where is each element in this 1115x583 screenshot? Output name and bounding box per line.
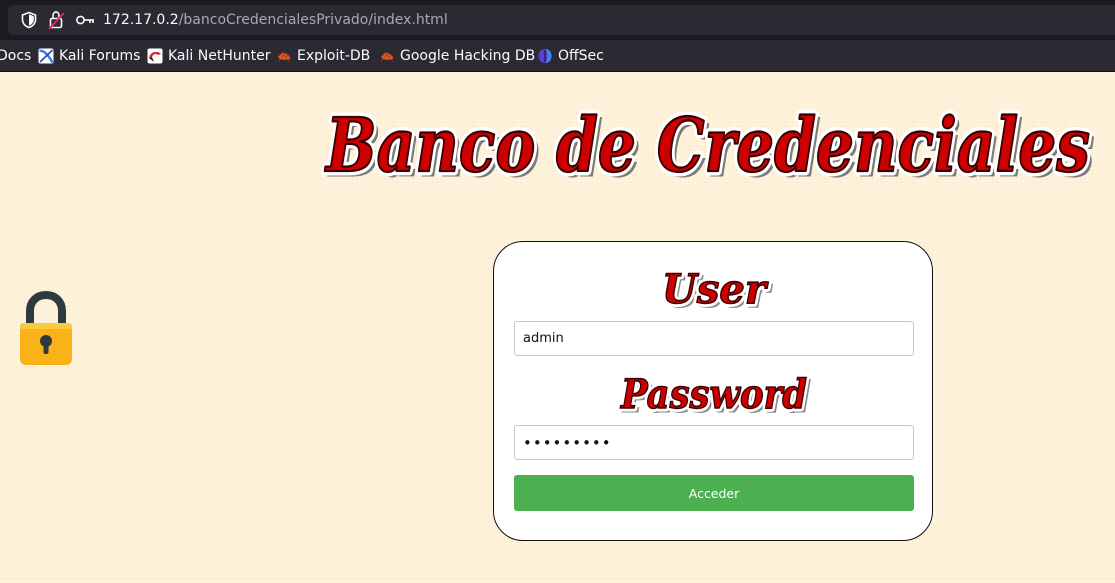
bookmark-label: Kali NetHunter [168, 48, 271, 64]
kali-forums-icon [38, 48, 54, 64]
url-path: /bancoCredencialesPrivado/index.html [178, 12, 448, 28]
password-input[interactable] [514, 425, 914, 460]
svg-text:Banco de Credenciales: Banco de Credenciales [324, 103, 1090, 189]
user-label: User User User [659, 263, 774, 318]
url-text[interactable]: 172.17.0.2/bancoCredencialesPrivado/inde… [103, 11, 448, 29]
svg-text:User: User [662, 266, 769, 313]
insecure-lock-icon[interactable] [48, 10, 66, 30]
acceder-button[interactable]: Acceder [514, 475, 914, 511]
padlock-icon [20, 291, 72, 365]
bookmark-label: Google Hacking DB [400, 48, 536, 64]
bookmark-label: OffSec [558, 48, 604, 64]
page-title: Banco de Credenciales Banco de Credencia… [320, 99, 1096, 195]
bookmarks-toolbar: Docs Kali Forums Kali NetHunter Exploit-… [0, 40, 1115, 72]
google-hacking-db-icon [380, 51, 394, 62]
bookmark-label: Exploit-DB [297, 48, 371, 64]
permissions-key-icon[interactable] [75, 12, 95, 28]
bookmark-label: Kali Forums [59, 48, 141, 64]
bookmark-label: Docs [0, 48, 32, 64]
shield-icon[interactable] [20, 11, 38, 29]
offsec-icon [538, 49, 552, 63]
password-label: Password Password Password [617, 368, 812, 423]
username-input[interactable] [514, 321, 914, 356]
browser-toolbar: 172.17.0.2/bancoCredencialesPrivado/inde… [0, 0, 1115, 40]
url-host: 172.17.0.2 [103, 12, 179, 28]
login-form: User User User Password Password Passwor… [493, 241, 933, 541]
page-body: Banco de Credenciales Banco de Credencia… [0, 72, 1115, 583]
kali-nethunter-icon [147, 48, 163, 64]
exploit-db-icon [277, 51, 291, 62]
svg-text:Password: Password [620, 371, 807, 418]
